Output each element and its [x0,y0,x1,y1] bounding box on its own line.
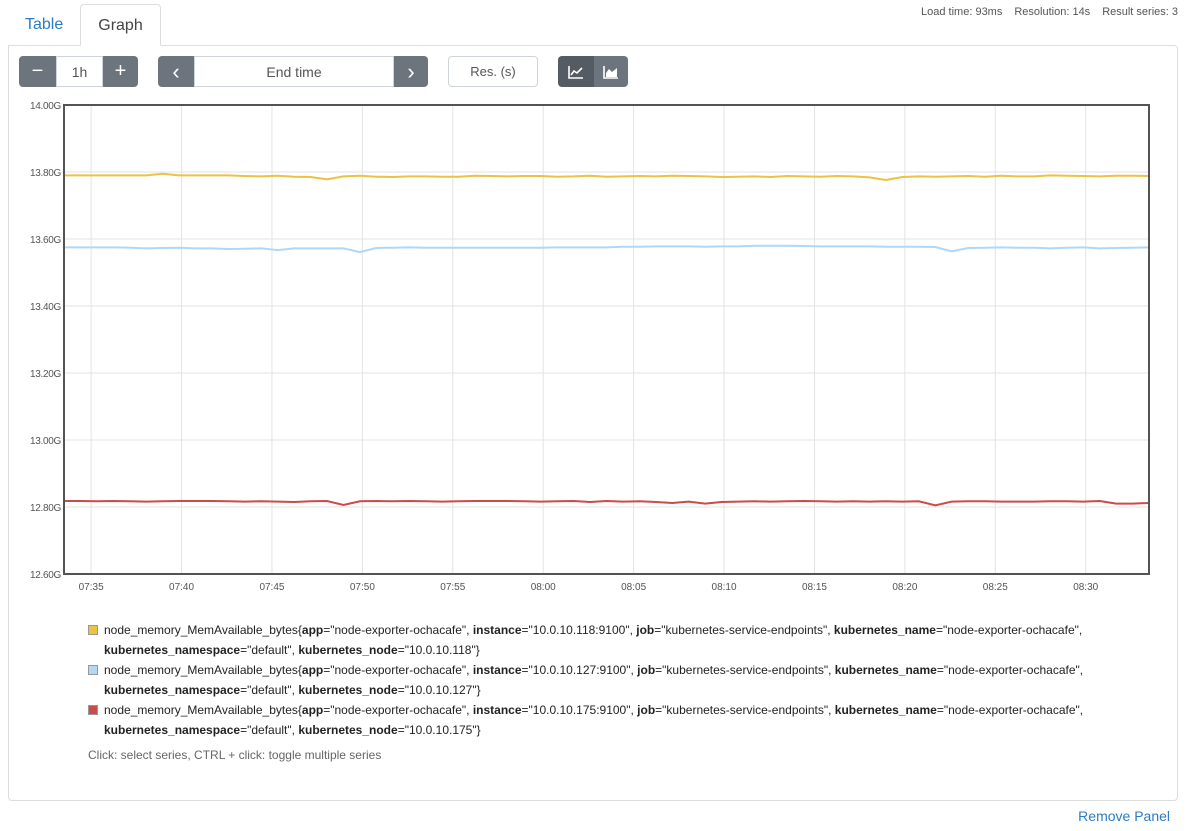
legend-item[interactable]: node_memory_MemAvailable_bytes{app="node… [88,660,1088,700]
label-key: kubernetes_name [833,623,936,637]
label-value: ="10.0.10.118:9100", [521,623,637,637]
y-tick-label: 13.00G [30,436,62,447]
y-tick-label: 12.80G [30,503,62,514]
load-time: Load time: 93ms [921,6,1003,18]
x-tick-label: 07:55 [440,582,465,593]
label-key: kubernetes_node [298,723,398,737]
minus-icon: − [31,60,44,82]
label-key: instance [472,703,522,717]
label-key: job [637,663,656,677]
label-key: kubernetes_name [834,663,937,677]
series-line [64,244,1150,254]
range-input[interactable]: 1h [56,56,103,87]
resolution: Resolution: 14s [1014,6,1091,18]
metric-name: node_memory_MemAvailable_bytes{ [104,623,302,637]
x-tick-label: 08:05 [621,582,646,593]
x-tick-label: 07:35 [79,582,104,593]
legend-item[interactable]: node_memory_MemAvailable_bytes{app="node… [88,700,1088,740]
label-key: kubernetes_namespace [104,683,241,697]
previous-time-button[interactable]: ‹ [158,56,194,87]
x-tick-label: 07:50 [350,582,375,593]
remove-panel-link[interactable]: Remove Panel [1078,808,1170,824]
legend: node_memory_MemAvailable_bytes{app="node… [88,620,1088,740]
tab-graph[interactable]: Graph [80,4,161,46]
y-tick-label: 13.20G [30,369,62,380]
label-value: ="10.0.10.127:9100", [521,663,638,677]
label-value: ="node-exporter-ochacafe", [935,623,1083,637]
label-value: ="default", [240,723,299,737]
x-tick-label: 07:45 [259,582,284,593]
y-tick-label: 13.60G [30,235,62,246]
label-value: ="default", [240,683,299,697]
label-key: app [301,703,324,717]
label-value: ="kubernetes-service-endpoints", [655,703,835,717]
x-tick-label: 08:25 [983,582,1008,593]
label-value: ="node-exporter-ochacafe", [323,703,473,717]
unstacked-toggle-button[interactable] [558,56,594,87]
y-tick-label: 13.80G [30,168,62,179]
x-tick-label: 07:40 [169,582,194,593]
label-key: kubernetes_namespace [104,723,241,737]
series-line [64,499,1150,507]
next-time-button[interactable]: › [394,56,428,87]
label-value: ="node-exporter-ochacafe", [323,663,473,677]
end-time-input[interactable]: End time [194,56,394,87]
area-chart-icon [603,65,618,79]
label-value: ="kubernetes-service-endpoints", [655,663,835,677]
y-tick-label: 14.00G [30,101,62,112]
series-line [64,172,1150,182]
chevron-left-icon: ‹ [172,58,180,84]
label-key: job [636,623,655,637]
label-key: app [301,623,324,637]
series-color-swatch [88,665,98,675]
metric-name: node_memory_MemAvailable_bytes{ [104,703,302,717]
x-tick-label: 08:10 [712,582,737,593]
tab-table[interactable]: Table [8,4,80,46]
plus-icon: + [114,60,127,82]
increase-range-button[interactable]: + [103,56,138,87]
label-key: instance [472,623,522,637]
tab-bar: Table Graph [8,4,161,46]
label-value: ="10.0.10.127"} [397,683,481,697]
y-tick-label: 12.60G [30,570,62,581]
x-tick-label: 08:20 [892,582,917,593]
label-value: ="node-exporter-ochacafe", [936,703,1084,717]
query-stats: Load time: 93ms Resolution: 14s Result s… [921,6,1178,18]
x-tick-label: 08:30 [1073,582,1098,593]
result-series: Result series: 3 [1102,6,1178,18]
label-value: ="10.0.10.175:9100", [521,703,638,717]
label-key: kubernetes_namespace [104,643,241,657]
decrease-range-button[interactable]: − [19,56,56,87]
label-key: kubernetes_name [834,703,937,717]
memory-graph[interactable]: 14.00G 13.80G 13.60G 13.40G 13.20G 13.00G 12.8… [0,95,1192,605]
chevron-right-icon: › [407,58,415,84]
label-value: ="default", [240,643,299,657]
resolution-input[interactable]: Res. (s) [448,56,538,87]
stacked-toggle-button[interactable] [594,56,628,87]
metric-name: node_memory_MemAvailable_bytes{ [104,663,302,677]
series-color-swatch [88,705,98,715]
x-tick-label: 08:15 [802,582,827,593]
label-key: app [301,663,324,677]
label-value: ="node-exporter-ochacafe", [936,663,1084,677]
x-tick-label: 08:00 [531,582,556,593]
label-key: instance [472,663,522,677]
label-value: ="10.0.10.175"} [397,723,481,737]
label-key: kubernetes_node [298,643,398,657]
label-value: ="kubernetes-service-endpoints", [654,623,834,637]
series-color-swatch [88,625,98,635]
y-tick-label: 13.40G [30,302,62,313]
legend-hint: Click: select series, CTRL + click: togg… [88,748,382,762]
label-value: ="10.0.10.118"} [397,643,480,657]
label-key: kubernetes_node [298,683,398,697]
line-chart-icon [568,65,583,79]
label-key: job [637,703,656,717]
legend-item[interactable]: node_memory_MemAvailable_bytes{app="node… [88,620,1088,660]
label-value: ="node-exporter-ochacafe", [323,623,473,637]
